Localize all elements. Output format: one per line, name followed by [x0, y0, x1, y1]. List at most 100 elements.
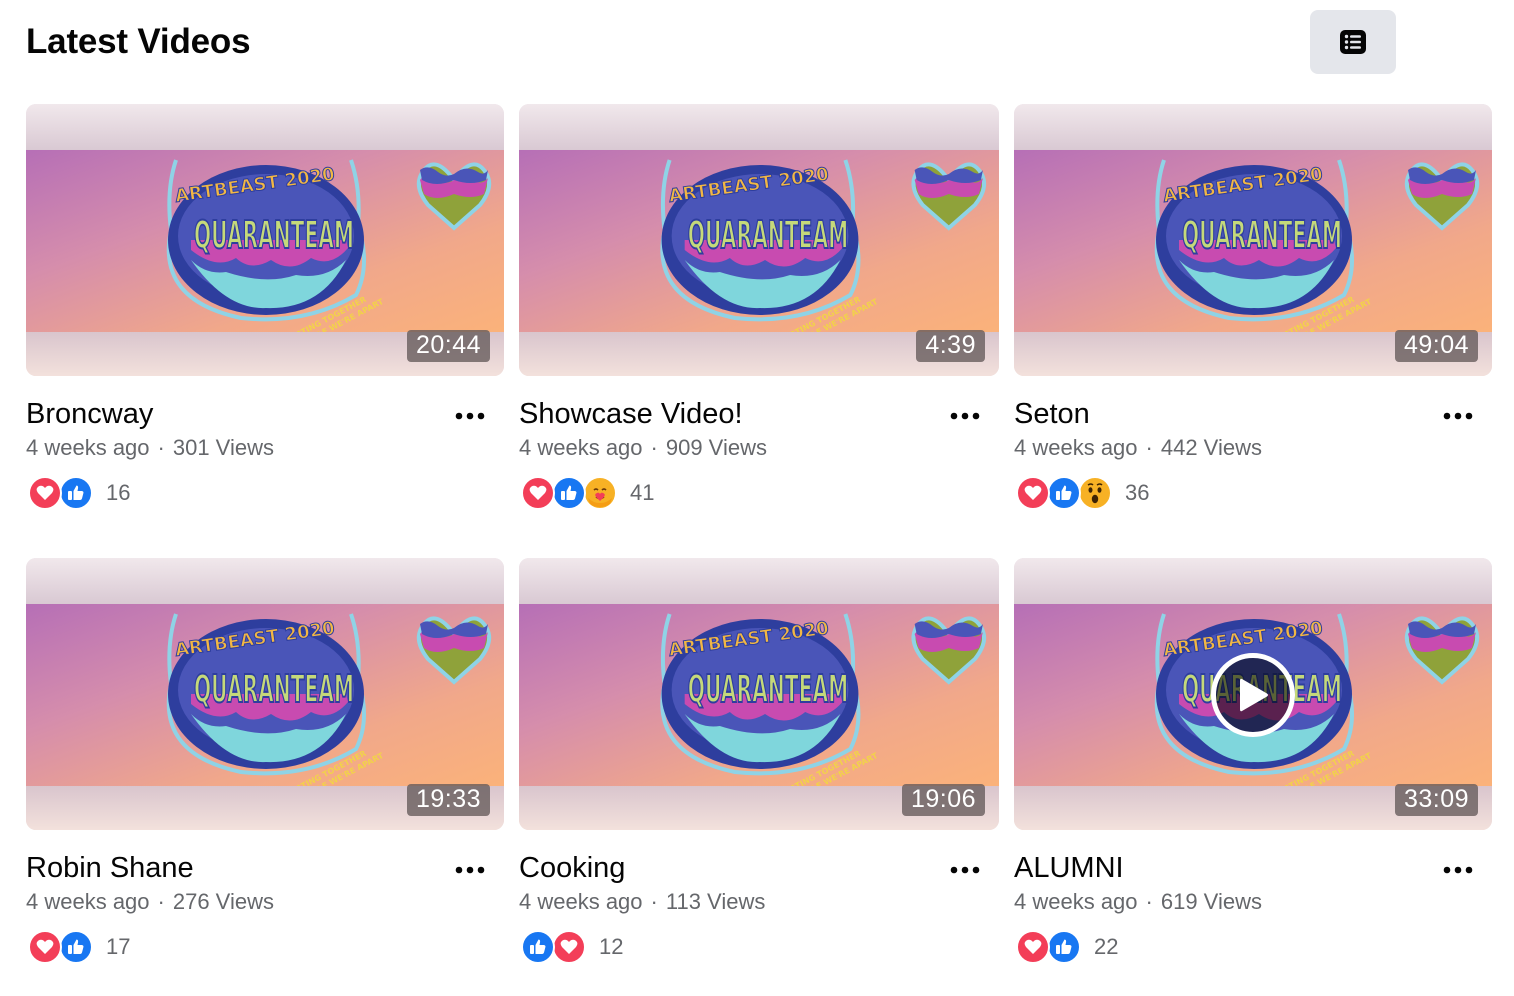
meta-separator: ·: [650, 435, 658, 460]
meta-separator: ·: [1145, 889, 1153, 914]
quaranteam-logo: ARTBEAST 2020 QUARANTEAM CREATING TOGETH…: [660, 613, 987, 786]
video-title[interactable]: Robin Shane: [26, 852, 194, 885]
video-thumbnail[interactable]: ARTBEAST 2020 QUARANTEAM CREATING TOGETH…: [26, 558, 504, 830]
reaction-count: 17: [106, 934, 131, 959]
thumbnail-title-line2: QUARANTEAM: [1182, 213, 1342, 257]
more-icon: [950, 866, 980, 874]
thumbnail-blur-top: [26, 104, 504, 150]
reaction-count: 22: [1094, 934, 1119, 959]
more-options-button[interactable]: [945, 401, 985, 431]
like-reaction-icon: [521, 930, 555, 964]
video-title[interactable]: Seton: [1014, 398, 1090, 431]
more-icon: [1443, 412, 1473, 420]
reaction-count: 16: [106, 480, 131, 505]
quaranteam-logo: ARTBEAST 2020 QUARANTEAM CREATING TOGETH…: [660, 159, 987, 332]
video-meta: 4 weeks ago · 909 Views: [519, 435, 767, 461]
reaction-count: 36: [1125, 480, 1150, 505]
reactions-summary[interactable]: 17: [28, 930, 130, 964]
reaction-icons: [28, 930, 93, 964]
duration-badge: 4:39: [916, 330, 985, 362]
video-card-3: ARTBEAST 2020 QUARANTEAM CREATING TOGETH…: [1014, 104, 1492, 558]
reactions-summary[interactable]: 41: [521, 476, 654, 510]
care-reaction-icon: [583, 476, 617, 510]
video-title[interactable]: ALUMNI: [1014, 852, 1124, 885]
video-title[interactable]: Showcase Video!: [519, 398, 743, 431]
video-age: 4 weeks ago: [26, 435, 150, 460]
thumbnail-blur-top: [1014, 558, 1492, 604]
reactions-summary[interactable]: 22: [1016, 930, 1118, 964]
love-reaction-icon: [1016, 930, 1050, 964]
wow-reaction-icon: [1078, 476, 1112, 510]
view-count[interactable]: 619 Views: [1161, 889, 1262, 914]
reaction-icons: [1016, 930, 1081, 964]
thumbnail-title-line2: QUARANTEAM: [688, 213, 849, 257]
more-icon: [455, 412, 485, 420]
like-reaction-icon: [59, 476, 93, 510]
latest-videos-page: Latest Videos ARTBEAST 2020 QUARANTEAM C…: [0, 0, 1514, 996]
like-reaction-icon: [552, 476, 586, 510]
thumbnail-blur-top: [519, 558, 999, 604]
view-count[interactable]: 442 Views: [1161, 435, 1262, 460]
more-options-button[interactable]: [1438, 401, 1478, 431]
video-meta: 4 weeks ago · 619 Views: [1014, 889, 1262, 915]
view-count[interactable]: 301 Views: [173, 435, 274, 460]
quaranteam-logo: ARTBEAST 2020 QUARANTEAM CREATING TOGETH…: [1154, 159, 1480, 332]
video-thumbnail[interactable]: ARTBEAST 2020 QUARANTEAM CREATING TOGETH…: [1014, 104, 1492, 376]
video-age: 4 weeks ago: [519, 435, 643, 460]
reactions-summary[interactable]: 12: [521, 930, 623, 964]
video-title[interactable]: Cooking: [519, 852, 625, 885]
meta-separator: ·: [1145, 435, 1153, 460]
like-reaction-icon: [1047, 930, 1081, 964]
more-icon: [455, 866, 485, 874]
video-card-4: ARTBEAST 2020 QUARANTEAM CREATING TOGETH…: [26, 558, 504, 996]
video-age: 4 weeks ago: [519, 889, 643, 914]
play-icon: [1240, 678, 1268, 712]
view-count[interactable]: 276 Views: [173, 889, 274, 914]
thumbnail-blur-top: [1014, 104, 1492, 150]
reactions-summary[interactable]: 36: [1016, 476, 1149, 510]
duration-badge: 33:09: [1394, 784, 1478, 816]
video-thumbnail[interactable]: ARTBEAST 2020 QUARANTEAM CREATING TOGETH…: [26, 104, 504, 376]
view-count[interactable]: 909 Views: [666, 435, 767, 460]
video-card-1: ARTBEAST 2020 QUARANTEAM CREATING TOGETH…: [26, 104, 504, 558]
more-options-button[interactable]: [945, 855, 985, 885]
list-icon: [1340, 30, 1366, 54]
video-grid: ARTBEAST 2020 QUARANTEAM CREATING TOGETH…: [26, 104, 1492, 996]
love-reaction-icon: [521, 476, 555, 510]
reactions-summary[interactable]: 16: [28, 476, 130, 510]
reaction-icons: [28, 476, 93, 510]
more-options-button[interactable]: [450, 401, 490, 431]
play-button[interactable]: [1211, 653, 1295, 737]
love-reaction-icon: [552, 930, 586, 964]
meta-separator: ·: [157, 889, 165, 914]
duration-badge: 20:44: [406, 330, 490, 362]
video-thumbnail[interactable]: ARTBEAST 2020 QUARANTEAM CREATING TOGETH…: [1014, 558, 1492, 830]
reaction-icons: [1016, 476, 1112, 510]
video-thumbnail[interactable]: ARTBEAST 2020 QUARANTEAM CREATING TOGETH…: [519, 104, 999, 376]
video-title[interactable]: Broncway: [26, 398, 153, 431]
list-view-button[interactable]: [1310, 10, 1396, 74]
thumbnail-title-line2: QUARANTEAM: [688, 667, 849, 711]
reaction-count: 12: [599, 934, 624, 959]
video-card-2: ARTBEAST 2020 QUARANTEAM CREATING TOGETH…: [519, 104, 999, 558]
more-options-button[interactable]: [1438, 855, 1478, 885]
reaction-count: 41: [630, 480, 655, 505]
more-options-button[interactable]: [450, 855, 490, 885]
reaction-icons: [521, 476, 617, 510]
like-reaction-icon: [1047, 476, 1081, 510]
view-count[interactable]: 113 Views: [666, 889, 765, 914]
video-card-5: ARTBEAST 2020 QUARANTEAM CREATING TOGETH…: [519, 558, 999, 996]
more-icon: [950, 412, 980, 420]
meta-separator: ·: [157, 435, 165, 460]
reaction-icons: [521, 930, 586, 964]
video-meta: 4 weeks ago · 276 Views: [26, 889, 274, 915]
video-age: 4 weeks ago: [1014, 889, 1138, 914]
video-card-6: ARTBEAST 2020 QUARANTEAM CREATING TOGETH…: [1014, 558, 1492, 996]
video-thumbnail[interactable]: ARTBEAST 2020 QUARANTEAM CREATING TOGETH…: [519, 558, 999, 830]
love-reaction-icon: [28, 476, 62, 510]
quaranteam-logo: ARTBEAST 2020 QUARANTEAM CREATING TOGETH…: [166, 613, 492, 786]
more-icon: [1443, 866, 1473, 874]
love-reaction-icon: [28, 930, 62, 964]
duration-badge: 19:06: [901, 784, 985, 816]
video-age: 4 weeks ago: [1014, 435, 1138, 460]
